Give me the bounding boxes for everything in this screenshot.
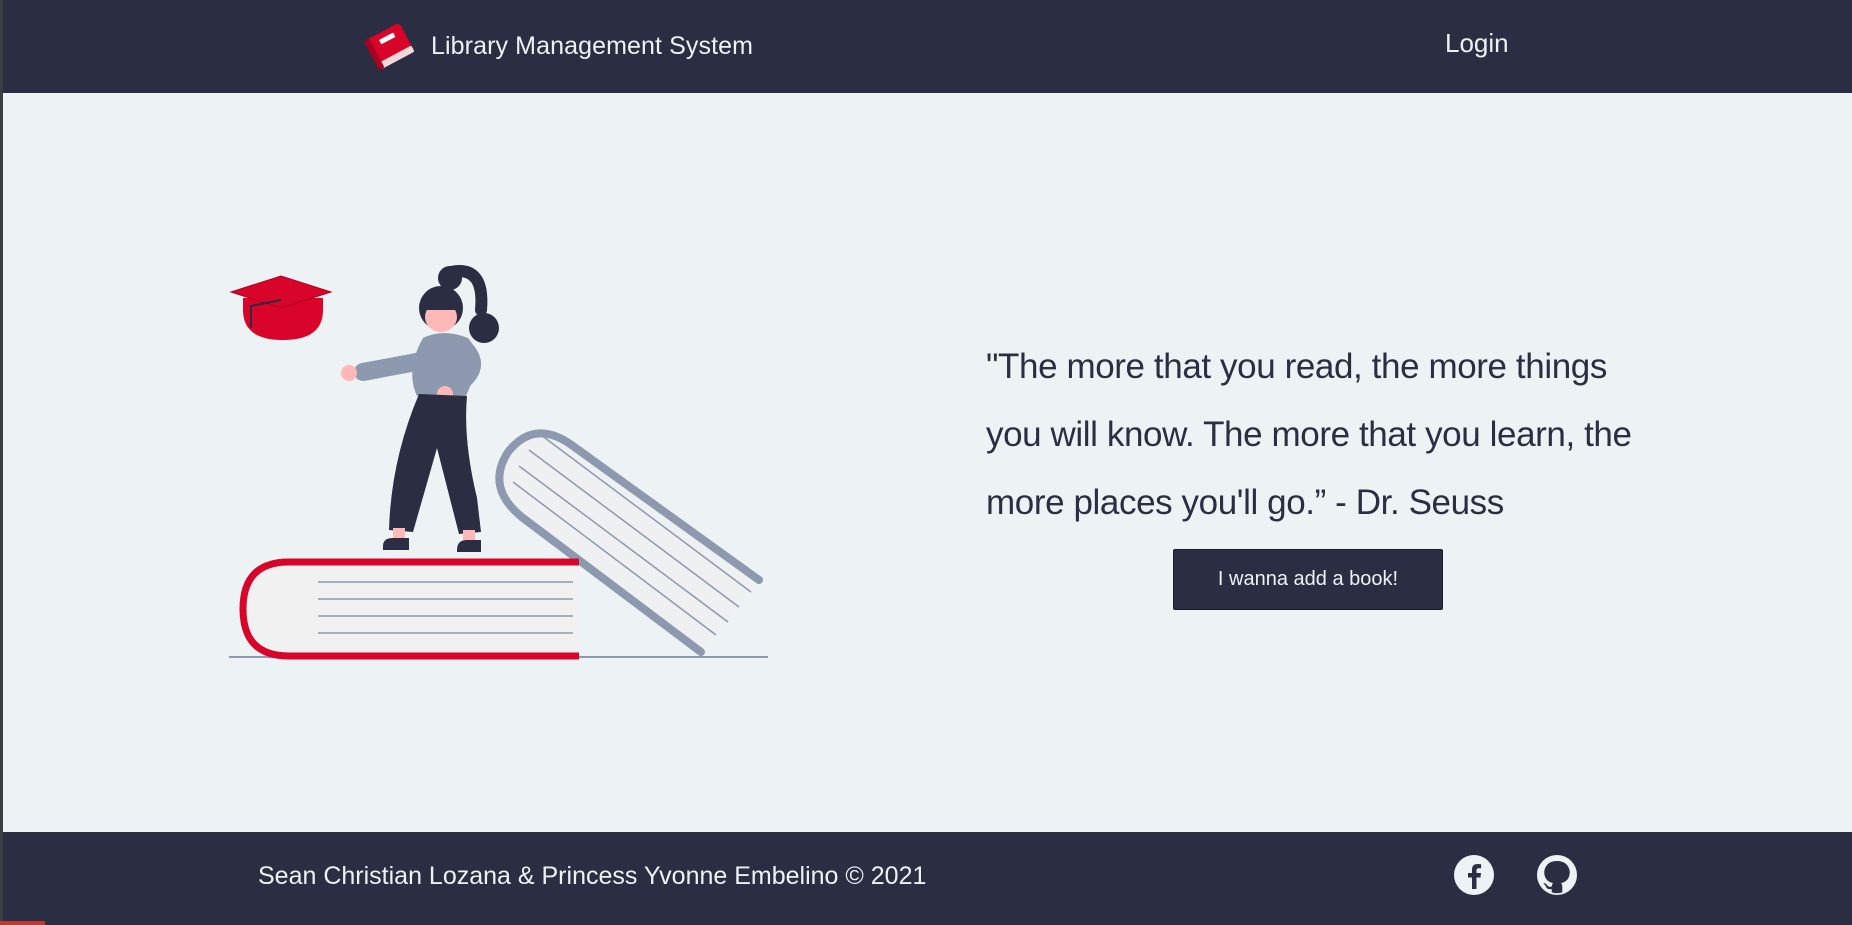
red-book-icon [364, 23, 414, 70]
footer-credits: Sean Christian Lozana & Princess Yvonne … [258, 862, 927, 890]
login-link[interactable]: Login [1445, 28, 1509, 59]
app-frame: Library Management System Login "The mor… [3, 0, 1852, 925]
brand-title: Library Management System [431, 31, 754, 60]
footer: Sean Christian Lozana & Princess Yvonne … [3, 832, 1852, 925]
add-book-button[interactable]: I wanna add a book! [1173, 549, 1443, 610]
facebook-icon[interactable] [1453, 854, 1495, 896]
woman-figure [341, 265, 499, 552]
hero-quote: "The more that you read, the more things… [986, 347, 1632, 522]
brand-link[interactable]: Library Management System [361, 20, 753, 72]
corner-mark [0, 921, 45, 925]
reading-woman-illustration [229, 265, 768, 660]
github-icon[interactable] [1536, 854, 1578, 896]
navbar: Library Management System Login [3, 0, 1852, 93]
graduation-cap-icon [229, 275, 333, 340]
lying-book [239, 558, 579, 660]
